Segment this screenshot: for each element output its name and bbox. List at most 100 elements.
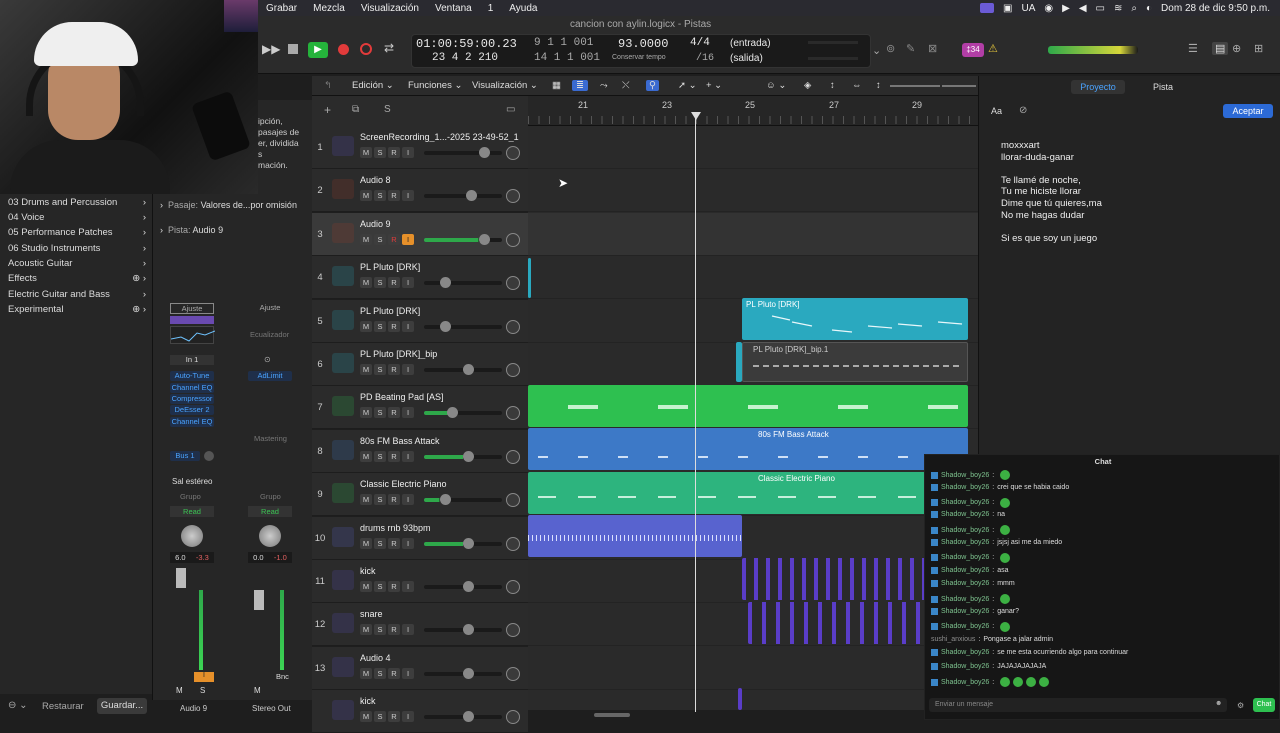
solo-button[interactable]: S <box>374 494 386 506</box>
edit-menu[interactable]: Edición ⌄ <box>352 80 394 91</box>
mute-button[interactable]: M <box>360 147 372 158</box>
track-name[interactable]: PD Beating Pad [AS] <box>360 392 524 402</box>
lcd-signature[interactable]: 4/4 <box>690 37 710 49</box>
fader-knob[interactable] <box>463 581 474 592</box>
volume-fader[interactable] <box>424 494 502 506</box>
input-monitor-button[interactable]: I <box>402 190 414 202</box>
region-fm-bass[interactable]: 80s FM Bass Attack <box>528 428 968 470</box>
track-name[interactable]: PL Pluto [DRK] <box>360 306 524 316</box>
tuner-icon[interactable]: ⊚ <box>886 42 895 55</box>
lcd-input[interactable]: (entrada) <box>730 38 771 49</box>
list-view-icon[interactable]: ≣ <box>572 80 588 91</box>
region-beating-pad[interactable] <box>528 385 968 427</box>
grid-view-icon[interactable]: ▦ <box>552 80 561 91</box>
lcd-tempo[interactable]: 93.0000 <box>618 37 668 51</box>
input-button[interactable]: In 1 <box>170 355 214 365</box>
record-enable-button[interactable]: R <box>388 407 400 419</box>
count-in-badge[interactable]: ‡34 <box>962 43 984 57</box>
region-drums[interactable] <box>528 515 742 557</box>
fader-knob[interactable] <box>439 320 451 332</box>
region-pluto-4[interactable] <box>528 258 531 298</box>
back-icon[interactable]: ↰ <box>324 80 332 91</box>
chat-username[interactable]: sushi_anxious <box>931 636 975 643</box>
search-icon[interactable]: ⌕ <box>1131 3 1137 14</box>
chevron-down-icon[interactable]: ⌄ <box>872 44 886 58</box>
chat-username[interactable]: Shadow_boy26 <box>941 608 989 615</box>
volume-display-b[interactable]: 0.0 -1.0 <box>248 552 292 563</box>
add-tool-icon[interactable]: + ⌄ <box>706 80 722 91</box>
fader-a[interactable] <box>176 568 186 588</box>
cycle-icon[interactable]: ⇄ <box>384 41 394 55</box>
track-header[interactable]: 4 PL Pluto [DRK] M S R I <box>312 256 528 300</box>
eq-curve[interactable] <box>170 326 216 344</box>
mute-button[interactable]: M <box>360 581 372 592</box>
mute-button[interactable]: M <box>360 190 372 202</box>
pan-knob[interactable] <box>506 536 520 551</box>
browser-icon[interactable]: ⊞ <box>1254 42 1263 55</box>
volume-fader[interactable] <box>424 147 502 158</box>
plugin-slot[interactable]: Channel EQ <box>170 383 214 393</box>
track-name[interactable]: Audio 9 <box>360 219 524 229</box>
solo-button[interactable]: S <box>374 320 386 332</box>
tab-track[interactable]: Pista <box>1143 80 1183 94</box>
add-track-icon[interactable]: + <box>324 103 331 117</box>
group-b[interactable]: Grupo <box>260 492 281 501</box>
track-name[interactable]: 80s FM Bass Attack <box>360 436 524 446</box>
settings-icon[interactable]: ⊖ ⌄ <box>8 700 28 711</box>
record-enable-button[interactable]: R <box>388 581 400 592</box>
fader-knob[interactable] <box>478 233 490 245</box>
pan-knob[interactable] <box>506 189 520 204</box>
plugin-slot[interactable]: DeEsser 2 <box>170 405 214 415</box>
chat-username[interactable]: Shadow_boy26 <box>941 663 989 670</box>
region-pluto-6[interactable]: PL Pluto [DRK]_bip.1 <box>742 342 968 382</box>
mute-button[interactable]: M <box>176 686 183 695</box>
chat-username[interactable]: Shadow_boy26 <box>941 527 989 534</box>
menu-ayuda[interactable]: Ayuda <box>501 3 545 14</box>
volume-fader[interactable] <box>424 190 502 202</box>
volume-fader[interactable] <box>424 537 502 549</box>
inspector-track-row[interactable]: › Pista: Audio 9 <box>160 225 223 235</box>
input-monitor-button[interactable]: I <box>402 581 414 592</box>
control-center-icon[interactable] <box>980 3 995 13</box>
pan-knob[interactable] <box>506 232 520 247</box>
fader-knob[interactable] <box>463 624 474 636</box>
toggle-icon[interactable]: ◐ <box>1146 3 1152 14</box>
play-button[interactable]: ▶ <box>308 42 328 58</box>
chat-username[interactable]: Shadow_boy26 <box>941 511 989 518</box>
track-header[interactable]: 3 Audio 9 MSRI <box>312 212 528 256</box>
solo-button[interactable]: S <box>374 407 386 419</box>
track-lane[interactable] <box>528 212 978 256</box>
record-enable-button[interactable]: R <box>388 320 400 332</box>
chat-username[interactable]: Shadow_boy26 <box>941 539 989 546</box>
mute-button[interactable]: M <box>360 364 372 375</box>
track-lane[interactable] <box>528 126 978 169</box>
record-enable-button[interactable]: R <box>388 147 400 158</box>
play-icon[interactable]: ▶ <box>1062 3 1070 14</box>
playhead[interactable] <box>695 112 696 712</box>
chat-username[interactable]: Shadow_boy26 <box>941 499 989 506</box>
mute-button[interactable]: M <box>360 667 372 679</box>
solo-button[interactable]: S <box>374 147 386 158</box>
solo-button[interactable]: S <box>374 364 386 375</box>
volume-fader[interactable] <box>424 277 502 289</box>
mute-button[interactable]: M <box>360 494 372 506</box>
pan-knob-b[interactable] <box>259 525 281 547</box>
eq-thumbnail[interactable] <box>170 316 214 324</box>
track-name[interactable]: snare <box>360 609 524 619</box>
chat-send-button[interactable]: Chat <box>1253 698 1275 712</box>
library-item[interactable]: 04 Voice › <box>8 212 146 223</box>
pan-knob[interactable] <box>506 406 520 421</box>
track-name[interactable]: kick <box>360 696 524 706</box>
mute-button[interactable]: M <box>360 711 372 723</box>
font-button[interactable]: Aa <box>991 106 1002 116</box>
solo-button[interactable]: S <box>374 581 386 592</box>
view-menu[interactable]: Visualización ⌄ <box>472 80 538 91</box>
volume-fader[interactable] <box>424 450 502 462</box>
track-name[interactable]: PL Pluto [DRK] <box>360 262 524 272</box>
chat-settings-icon[interactable]: ⚙ <box>1237 701 1244 710</box>
pan-knob[interactable] <box>506 449 520 464</box>
fader-knob[interactable] <box>478 147 490 158</box>
solo-button[interactable]: S <box>374 624 386 636</box>
height-zoom-icon[interactable]: ↕ <box>876 80 881 91</box>
input-monitor-button[interactable]: I <box>402 364 414 375</box>
